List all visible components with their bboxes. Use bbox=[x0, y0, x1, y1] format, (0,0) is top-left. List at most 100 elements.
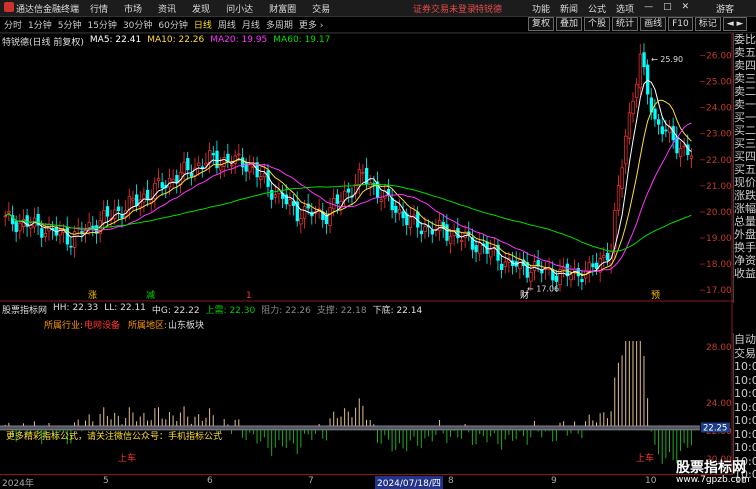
tool-overlay-button[interactable]: 叠加 bbox=[556, 17, 583, 31]
tool-nav-button[interactable]: ◄ ► bbox=[722, 17, 748, 31]
high-annotation: ← 25.90 bbox=[651, 55, 683, 64]
menu-item-market[interactable]: 市场 bbox=[124, 2, 142, 15]
tab-daily[interactable]: 日线 bbox=[194, 18, 212, 31]
trade-time-label: 10:02 bbox=[734, 427, 756, 441]
candle-body bbox=[87, 221, 91, 228]
candle-body bbox=[186, 158, 190, 171]
indicator-name[interactable]: 股票指标网 bbox=[2, 303, 47, 316]
candle-body bbox=[646, 64, 650, 95]
candle-body bbox=[29, 224, 33, 229]
candle-body bbox=[226, 153, 230, 162]
trade-time-label: 10:02 bbox=[734, 400, 756, 414]
candle-body bbox=[229, 164, 234, 167]
chart-event-tag: 财 bbox=[520, 289, 529, 301]
candle-body bbox=[503, 261, 507, 267]
menu-item-news[interactable]: 资讯 bbox=[158, 2, 176, 15]
tool-stats-button[interactable]: 统计 bbox=[612, 17, 639, 31]
candle-body bbox=[459, 239, 464, 243]
tab-timeshare[interactable]: 分时 bbox=[4, 18, 22, 31]
candle-body bbox=[664, 129, 668, 132]
candle-body bbox=[474, 245, 478, 253]
menu-item-discover[interactable]: 发现 bbox=[192, 2, 210, 15]
indicator-axis-label: 28.00 bbox=[706, 343, 732, 353]
candle-body bbox=[580, 278, 584, 283]
candle-body bbox=[335, 194, 340, 204]
menu-item-function[interactable]: 功能 bbox=[532, 2, 550, 15]
tab-monthly[interactable]: 月线 bbox=[242, 18, 260, 31]
tab-30min[interactable]: 30分钟 bbox=[123, 18, 152, 31]
region-value: 山东板块 bbox=[168, 321, 205, 331]
candle-body bbox=[627, 112, 632, 139]
candle-body bbox=[397, 209, 402, 214]
industry-value: 电网设备 bbox=[84, 321, 121, 331]
time-label: 8 bbox=[448, 476, 454, 486]
menu-item-wealth[interactable]: 财富圈 bbox=[269, 2, 296, 15]
candle-body bbox=[430, 229, 434, 235]
candle-body bbox=[357, 169, 361, 185]
menu-item-quotes[interactable]: 行情 bbox=[90, 2, 108, 15]
quote-field-label: 买五 bbox=[734, 163, 756, 176]
tool-adjust-button[interactable]: 复权 bbox=[528, 17, 555, 31]
ma5-value: MA5: 22.41 bbox=[89, 35, 142, 45]
indicator-bottom: 下底: 22.14 bbox=[372, 306, 423, 316]
candle-body bbox=[288, 199, 292, 206]
quote-side-panel: 委比 卖五 卖四 卖三 卖二 卖一 买一 买二 买三 买四 买五 现价 涨跌 涨幅 总量 外盘 换手 净资 收益 bbox=[733, 33, 756, 303]
trade-time-label: 10:02 bbox=[734, 441, 756, 454]
candle-body bbox=[40, 228, 44, 238]
candle-body bbox=[635, 83, 639, 99]
guest-label[interactable]: 游客 bbox=[716, 2, 734, 15]
time-label: 7 bbox=[308, 476, 314, 486]
login-warning[interactable]: 证券交易未登录 bbox=[413, 2, 476, 15]
price-axis-label: 26.00 bbox=[706, 51, 732, 61]
tab-60min[interactable]: 60分钟 bbox=[158, 18, 187, 31]
indicator-resist: 阻力: 22.26 bbox=[261, 306, 311, 316]
quote-field-label: 总量 bbox=[734, 215, 756, 228]
quote-field-label: 卖二 bbox=[734, 85, 756, 98]
candle-body bbox=[554, 275, 559, 282]
tool-stock-button[interactable]: 个股 bbox=[584, 17, 611, 31]
tool-draw-button[interactable]: 画线 bbox=[640, 17, 667, 31]
right-menu: 功能 新闻 公式 选项 — □ ✕ bbox=[532, 2, 689, 15]
trade-time-label: 交易 bbox=[734, 346, 756, 360]
menu-item-trade[interactable]: 交易 bbox=[312, 2, 330, 15]
quote-field-label: 卖五 bbox=[734, 46, 756, 59]
candle-body bbox=[642, 52, 646, 68]
candle-body bbox=[299, 218, 303, 225]
candle-body bbox=[445, 224, 449, 241]
candle-body bbox=[324, 215, 329, 225]
stock-period-label: 特锐德(日线 前复权) bbox=[2, 38, 84, 48]
candle-body bbox=[262, 173, 267, 178]
price-axis-label: 20.00 bbox=[706, 208, 732, 218]
ma-legend: 特锐德(日线 前复权) MA5: 22.41 MA10: 22.26 MA20:… bbox=[2, 35, 330, 48]
tab-multi-period[interactable]: 多周期 bbox=[266, 18, 293, 31]
indicator-legend: 股票指标网 HH: 22.33 LL: 22.11 中G: 22.22 上需: … bbox=[2, 303, 422, 316]
auto-trade-panel: 自动交易10:0210:0210:0210:0210:0210:0210:021… bbox=[733, 333, 756, 481]
kline-chart[interactable]: ← 25.90 ← 17.06 涨 减 1 财 预 28.00 24.00 22.00 20.00… bbox=[0, 33, 733, 474]
maximize-button[interactable]: □ bbox=[663, 2, 672, 15]
quote-field-label: 收益 bbox=[734, 267, 756, 280]
menu-item-ask[interactable]: 问小达 bbox=[226, 2, 253, 15]
tool-mark-button[interactable]: 标记 bbox=[694, 17, 721, 31]
tool-f10-button[interactable]: F10 bbox=[668, 17, 693, 31]
menu-item-options[interactable]: 选项 bbox=[616, 2, 634, 15]
tab-1min[interactable]: 1分钟 bbox=[28, 18, 52, 31]
tab-weekly[interactable]: 周线 bbox=[218, 18, 236, 31]
tab-15min[interactable]: 15分钟 bbox=[87, 18, 116, 31]
menu-item-formula[interactable]: 公式 bbox=[588, 2, 606, 15]
menu-item-news2[interactable]: 新闻 bbox=[560, 2, 578, 15]
candle-body bbox=[529, 271, 533, 282]
candle-body bbox=[156, 178, 161, 182]
cursor-date-label: 2024/07/18/四 bbox=[375, 476, 443, 489]
close-button[interactable]: ✕ bbox=[682, 2, 690, 15]
candle-body bbox=[616, 185, 621, 211]
quote-field-label: 买四 bbox=[734, 150, 756, 163]
current-value-text: 22.25 bbox=[703, 424, 727, 434]
candle-body bbox=[525, 262, 529, 278]
tab-more[interactable]: 更多 › bbox=[299, 18, 323, 31]
quote-field-label: 卖三 bbox=[734, 72, 756, 85]
candle-body bbox=[602, 255, 606, 259]
minimize-button[interactable]: — bbox=[644, 2, 653, 15]
price-axis-label: 17.00 bbox=[706, 286, 732, 296]
indicator-support: 支撑: 22.18 bbox=[316, 306, 367, 316]
tab-5min[interactable]: 5分钟 bbox=[58, 18, 82, 31]
